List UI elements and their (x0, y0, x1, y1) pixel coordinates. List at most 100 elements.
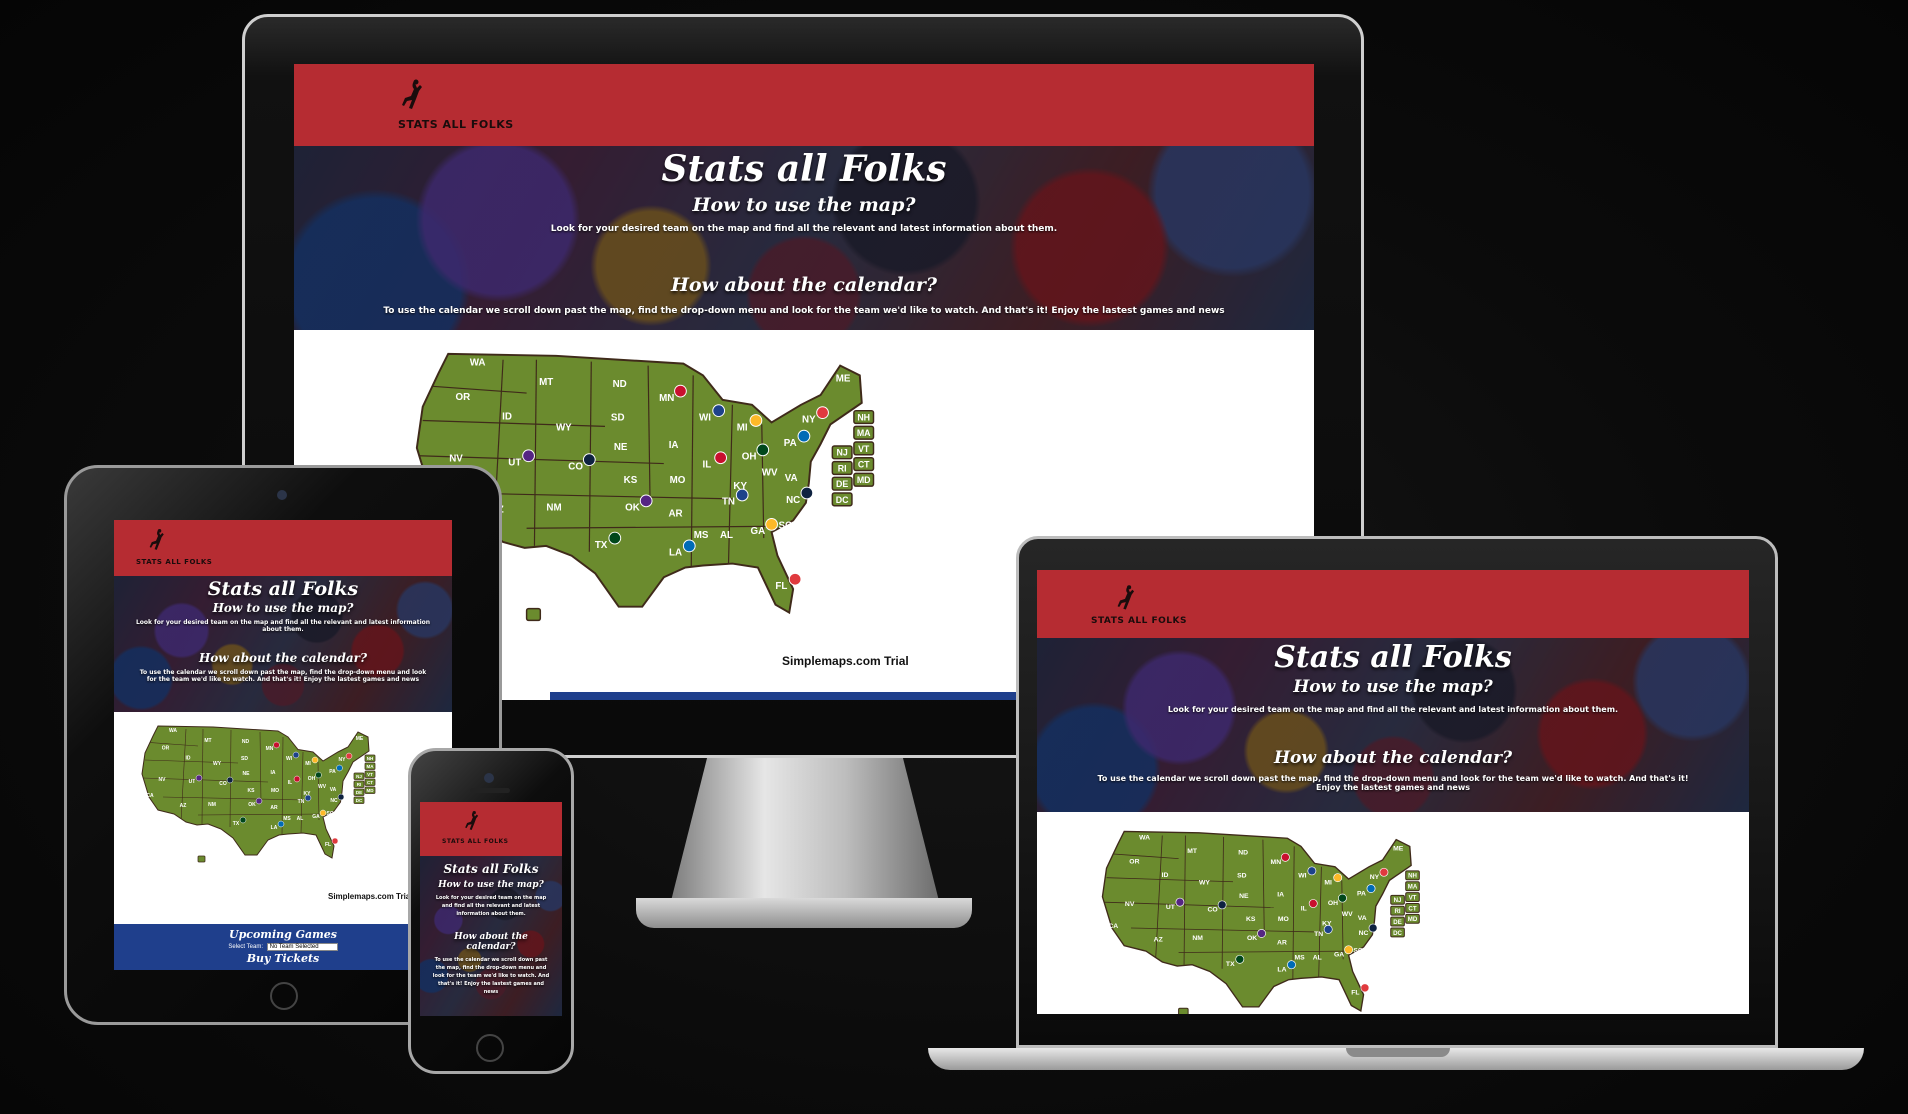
state-label-tx[interactable]: TX (595, 540, 608, 551)
state-label-wi[interactable]: WI (699, 412, 711, 423)
state-label-ms[interactable]: MS (283, 816, 291, 822)
team-logo-marker[interactable] (608, 531, 622, 545)
state-label-nv[interactable]: NV (159, 777, 167, 783)
team-logo-marker[interactable] (293, 775, 301, 783)
team-logo-marker[interactable] (1379, 867, 1389, 877)
team-logo-marker[interactable] (1307, 866, 1317, 876)
team-logo-marker[interactable] (1344, 945, 1354, 955)
state-label-ar[interactable]: AR (1277, 939, 1287, 946)
state-label-sd[interactable]: SD (241, 756, 248, 762)
team-logo-marker[interactable] (674, 384, 687, 398)
team-logo-marker[interactable] (315, 771, 322, 779)
state-label-nm[interactable]: NM (1192, 935, 1203, 942)
state-label-tx[interactable]: TX (1226, 961, 1235, 968)
state-label-ny[interactable]: NY (339, 757, 347, 763)
team-logo-marker[interactable] (195, 774, 203, 782)
state-label-wy[interactable]: WY (556, 422, 572, 433)
team-logo-marker[interactable] (1333, 873, 1343, 883)
state-label-co[interactable]: CO (219, 781, 227, 787)
state-label-wa[interactable]: WA (1139, 835, 1150, 842)
state-label-ne[interactable]: NE (614, 442, 628, 453)
state-label-ca[interactable]: CA (146, 793, 154, 799)
state-label-me[interactable]: ME (836, 373, 851, 384)
state-label-wa[interactable]: WA (169, 728, 177, 734)
state-label-nm[interactable]: NM (208, 802, 216, 808)
state-label-il[interactable]: IL (703, 460, 712, 471)
state-label-pa[interactable]: PA (784, 438, 797, 449)
state-label-or[interactable]: OR (162, 746, 170, 752)
state-label-mo[interactable]: MO (1278, 916, 1289, 923)
state-label-mi[interactable]: MI (1324, 879, 1332, 886)
state-label-fl[interactable]: FL (1351, 990, 1359, 997)
state-label-mn[interactable]: MN (1271, 859, 1282, 866)
state-label-la[interactable]: LA (669, 548, 682, 559)
team-logo-marker[interactable] (226, 776, 234, 784)
map-credit[interactable]: Simplemaps.com Trial (782, 654, 909, 668)
team-logo-marker[interactable] (639, 494, 653, 508)
phone-home-button[interactable] (476, 1034, 504, 1062)
team-logo-marker[interactable] (582, 453, 596, 467)
state-label-ny[interactable]: NY (802, 414, 816, 425)
state-label-sc[interactable]: SC (779, 520, 793, 531)
state-label-ar[interactable]: AR (668, 509, 682, 520)
state-label-mn[interactable]: MN (659, 393, 674, 404)
team-logo-marker[interactable] (712, 404, 726, 418)
state-label-tn[interactable]: TN (1314, 931, 1323, 938)
state-label-sc[interactable]: SC (1353, 947, 1363, 954)
map-credit[interactable]: Simplemaps.com Trial (328, 892, 412, 901)
state-label-mt[interactable]: MT (204, 738, 211, 744)
state-label-sd[interactable]: SD (611, 412, 625, 423)
state-label-ok[interactable]: OK (248, 802, 256, 808)
team-logo-marker[interactable] (292, 751, 300, 759)
team-logo-marker[interactable] (311, 756, 319, 764)
state-label-ks[interactable]: KS (1246, 916, 1256, 923)
team-logo-marker[interactable] (522, 449, 535, 463)
state-label-nd[interactable]: ND (1238, 850, 1248, 857)
team-logo-marker[interactable] (336, 764, 343, 772)
state-label-nc[interactable]: NC (330, 798, 338, 804)
state-label-il[interactable]: IL (288, 780, 292, 786)
state-label-ia[interactable]: IA (271, 770, 276, 776)
state-label-nv[interactable]: NV (1125, 901, 1135, 908)
state-label-tn[interactable]: TN (298, 799, 305, 805)
state-label-id[interactable]: ID (186, 756, 191, 762)
team-logo-marker[interactable] (255, 797, 263, 805)
team-logo-marker[interactable] (797, 429, 811, 443)
state-label-mo[interactable]: MO (271, 788, 279, 794)
state-label-id[interactable]: ID (502, 411, 512, 422)
state-label-co[interactable]: CO (1208, 907, 1218, 914)
state-label-or[interactable]: OR (1129, 858, 1139, 865)
team-logo-marker[interactable] (765, 517, 778, 531)
state-label-nc[interactable]: NC (786, 495, 800, 506)
state-label-sc[interactable]: SC (327, 811, 334, 817)
state-label-ia[interactable]: IA (669, 440, 679, 451)
state-label-ar[interactable]: AR (270, 805, 278, 811)
state-label-wi[interactable]: WI (286, 756, 293, 762)
team-logo-marker[interactable] (1257, 929, 1266, 938)
state-label-oh[interactable]: OH (308, 776, 316, 782)
state-label-wv[interactable]: WV (318, 784, 327, 790)
state-label-or[interactable]: OR (456, 392, 471, 403)
team-logo-marker[interactable] (1308, 899, 1318, 908)
team-logo-marker[interactable] (1217, 900, 1227, 910)
tablet-home-button[interactable] (270, 982, 298, 1010)
state-label-nv[interactable]: NV (449, 454, 463, 465)
team-logo-marker[interactable] (800, 486, 814, 500)
state-label-oh[interactable]: OH (742, 452, 757, 463)
state-label-ga[interactable]: GA (312, 814, 320, 820)
state-label-al[interactable]: AL (720, 530, 733, 541)
state-label-mt[interactable]: MT (539, 377, 553, 388)
state-label-fl[interactable]: FL (325, 842, 331, 848)
state-label-wa[interactable]: WA (470, 358, 486, 369)
team-logo-marker[interactable] (714, 451, 728, 465)
state-label-wv[interactable]: WV (1342, 911, 1353, 918)
team-logo-marker[interactable] (1235, 954, 1245, 964)
state-label-al[interactable]: AL (297, 816, 304, 822)
state-label-tx[interactable]: TX (233, 821, 240, 827)
state-label-fl[interactable]: FL (775, 581, 787, 592)
us-map[interactable]: WA OR MT ND ID WY SD MN WI MI NY ME NV UT CO NE IA IL OH PA… (1097, 826, 1423, 1014)
team-logo-marker[interactable] (1287, 960, 1296, 970)
state-label-va[interactable]: VA (1358, 915, 1367, 922)
team-logo-marker[interactable] (337, 793, 345, 801)
state-label-il[interactable]: IL (1301, 905, 1307, 912)
